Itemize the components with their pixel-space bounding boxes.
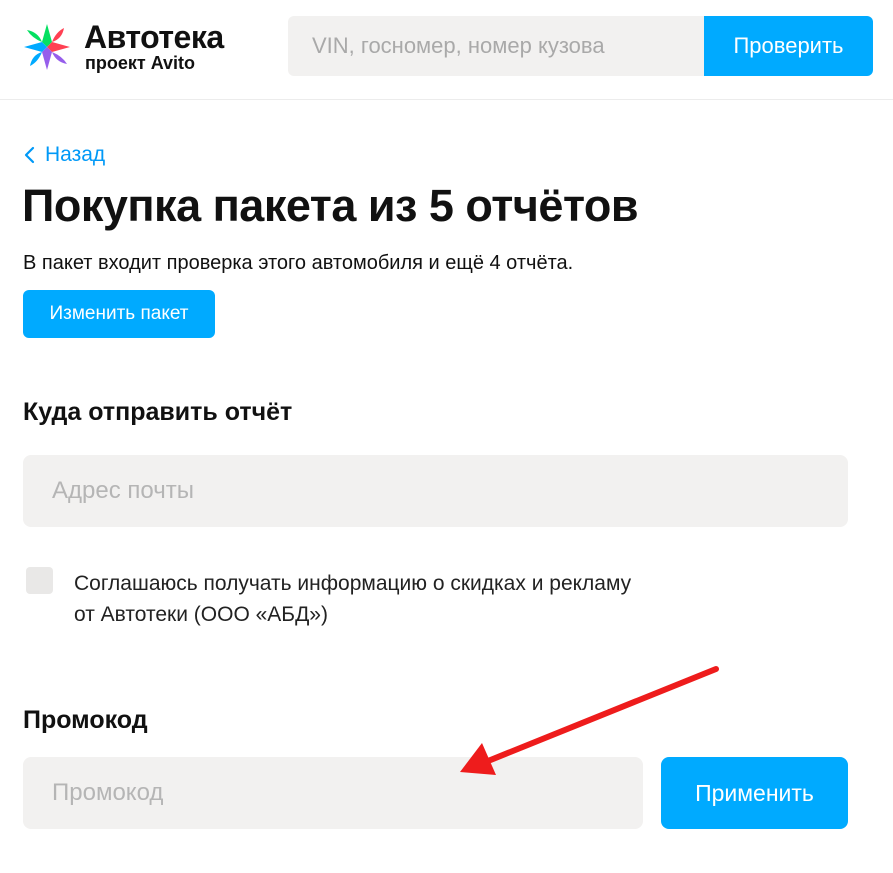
- package-description: В пакет входит проверка этого автомобиля…: [23, 252, 574, 274]
- back-label: Назад: [45, 143, 106, 166]
- consent-line-2: от Автотеки (ООО «АБД»): [74, 603, 328, 626]
- page-title: Покупка пакета из 5 отчётов: [22, 180, 639, 231]
- consent-label[interactable]: Соглашаюсь получать информацию о скидках…: [74, 568, 774, 630]
- promo-section-title: Промокод: [23, 706, 148, 734]
- apply-promo-button[interactable]: Применить: [661, 757, 848, 829]
- search-input[interactable]: [288, 16, 706, 76]
- header: Автотека проект Avito Проверить: [0, 0, 893, 100]
- change-package-button[interactable]: Изменить пакет: [23, 290, 215, 338]
- back-link[interactable]: Назад: [23, 142, 105, 168]
- email-field[interactable]: [23, 455, 848, 527]
- logo-title: Автотека: [84, 19, 224, 55]
- consent-line-1: Соглашаюсь получать информацию о скидках…: [74, 572, 632, 595]
- check-button[interactable]: Проверить: [704, 16, 873, 76]
- consent-checkbox[interactable]: [26, 567, 53, 594]
- logo-subtitle: проект Avito: [85, 53, 196, 73]
- promo-code-input[interactable]: [23, 757, 643, 829]
- chevron-left-icon: [24, 146, 35, 164]
- autoteka-logo-icon: [24, 24, 70, 70]
- logo[interactable]: Автотека проект Avito: [22, 20, 252, 76]
- page: Автотека проект Avito Проверить Назад По…: [0, 0, 893, 873]
- send-section-title: Куда отправить отчёт: [23, 398, 293, 426]
